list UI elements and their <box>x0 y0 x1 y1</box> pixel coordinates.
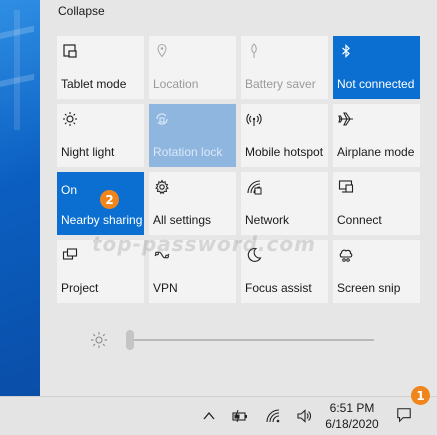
tile-label: Battery saver <box>245 77 316 91</box>
tile-state: On <box>61 183 78 197</box>
tile-label: Airplane mode <box>337 145 415 159</box>
tile-screen-snip[interactable]: Screen snip <box>333 240 420 303</box>
tile-label: Connect <box>337 213 382 227</box>
tile-label: Network <box>245 213 290 227</box>
tile-mobile-hotspot[interactable]: Mobile hotspot <box>241 104 328 167</box>
tile-label: Mobile hotspot <box>245 145 324 159</box>
tile-project[interactable]: Project <box>57 240 144 303</box>
tile-label: Screen snip <box>337 281 401 295</box>
tile-airplane-mode[interactable]: Airplane mode <box>333 104 420 167</box>
tile-all-settings[interactable]: All settings <box>149 172 236 235</box>
gear-icon <box>153 178 171 196</box>
tile-tablet-mode[interactable]: Tablet mode <box>57 36 144 99</box>
slider-track[interactable] <box>126 339 374 341</box>
tile-vpn[interactable]: VPN <box>149 240 236 303</box>
location-icon <box>153 42 171 60</box>
moon-icon <box>245 246 263 264</box>
tile-label: Nearby sharing <box>61 213 143 227</box>
action-center-icon[interactable] <box>395 406 413 424</box>
clock-time: 6:51 PM <box>329 401 375 415</box>
night-light-icon <box>61 110 79 128</box>
screen-snip-icon <box>337 246 355 264</box>
quick-actions-grid: Tablet mode Location Battery saver Not c… <box>57 36 420 303</box>
connect-icon <box>337 178 355 196</box>
action-center-panel: Collapse Tablet mode Location Battery sa… <box>40 0 437 396</box>
bluetooth-icon <box>337 42 355 60</box>
tile-battery-saver[interactable]: Battery saver <box>241 36 328 99</box>
network-icon <box>245 178 263 196</box>
taskbar-clock[interactable]: 6:51 PM 6/18/2020 <box>322 400 382 432</box>
taskbar: 6:51 PM 6/18/2020 <box>0 396 437 435</box>
clock-date: 6/18/2020 <box>325 417 379 431</box>
tile-label: Focus assist <box>245 281 312 295</box>
tablet-mode-icon <box>61 42 79 60</box>
mobile-hotspot-icon <box>245 110 263 128</box>
airplane-icon <box>337 110 355 128</box>
step-badge-one: 1 <box>411 386 430 405</box>
window-light-streak <box>14 10 20 130</box>
volume-icon[interactable] <box>295 407 313 425</box>
tile-focus-assist[interactable]: Focus assist <box>241 240 328 303</box>
wifi-icon[interactable] <box>264 407 282 425</box>
tile-label: Location <box>153 77 199 91</box>
vpn-icon <box>153 246 171 264</box>
tile-label: Rotation lock <box>153 145 223 159</box>
tile-connect[interactable]: Connect <box>333 172 420 235</box>
collapse-link[interactable]: Collapse <box>58 4 105 18</box>
chevron-up-icon[interactable] <box>200 407 218 425</box>
tile-label: Night light <box>61 145 115 159</box>
battery-saver-icon <box>245 42 263 60</box>
slider-thumb[interactable] <box>126 330 134 350</box>
battery-icon[interactable] <box>231 407 249 425</box>
tile-bluetooth[interactable]: Not connected <box>333 36 420 99</box>
rotation-lock-icon <box>153 110 171 128</box>
brightness-slider[interactable] <box>90 325 380 355</box>
brightness-icon <box>90 331 108 349</box>
step-badge-two: 2 <box>100 190 119 209</box>
project-icon <box>61 246 79 264</box>
tile-label: All settings <box>153 213 212 227</box>
tile-night-light[interactable]: Night light <box>57 104 144 167</box>
desktop-background <box>0 0 40 396</box>
tile-location[interactable]: Location <box>149 36 236 99</box>
tile-label: Tablet mode <box>61 77 127 91</box>
tile-rotation-lock[interactable]: Rotation lock <box>149 104 236 167</box>
tile-label: Not connected <box>337 77 415 91</box>
tile-label: VPN <box>153 281 178 295</box>
tile-label: Project <box>61 281 99 295</box>
tile-network[interactable]: Network <box>241 172 328 235</box>
